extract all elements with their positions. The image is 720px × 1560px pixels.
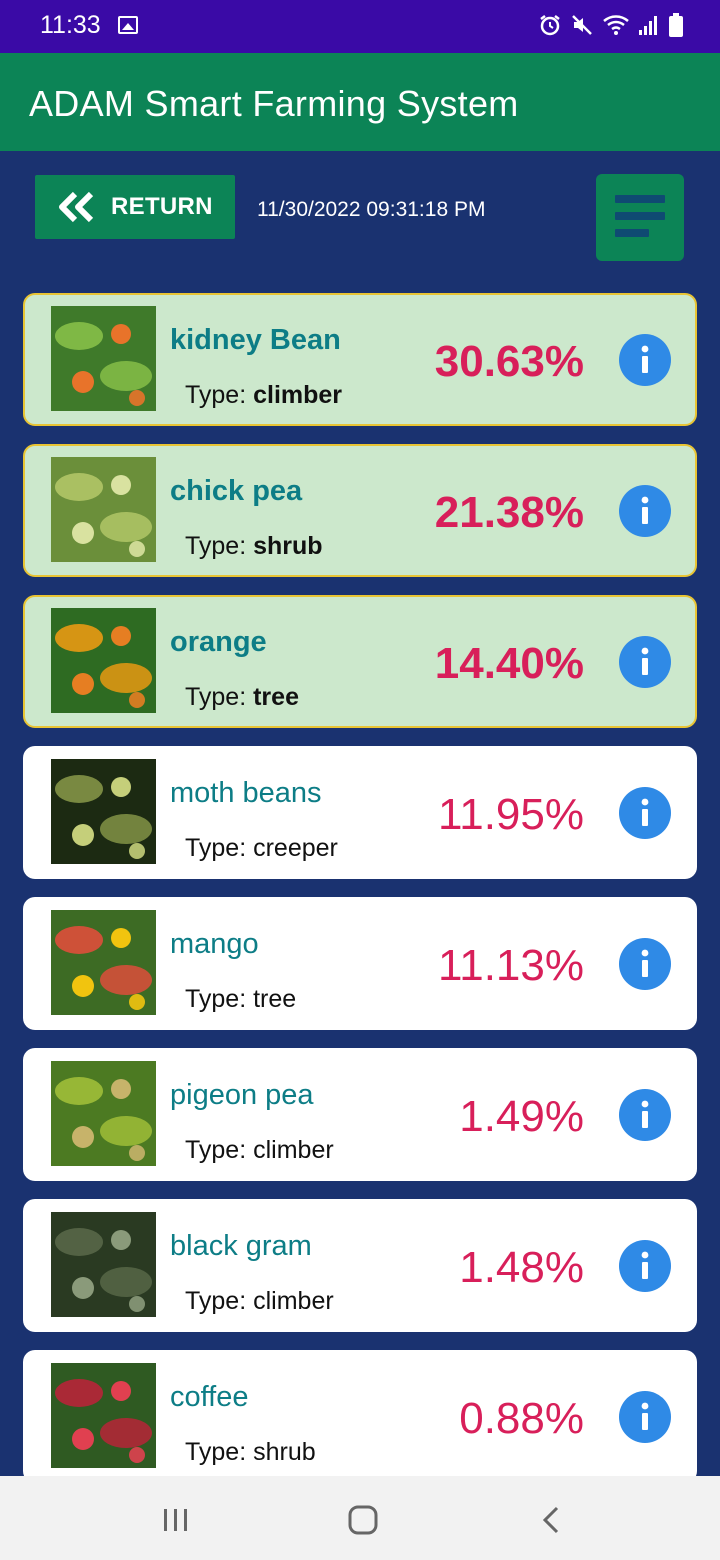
crop-type: Type: shrub bbox=[185, 532, 323, 561]
crop-name: orange bbox=[170, 626, 267, 658]
info-button[interactable] bbox=[619, 334, 671, 386]
crop-type: Type: climber bbox=[185, 1287, 334, 1316]
crop-type: Type: climber bbox=[185, 1136, 334, 1165]
crop-name: pigeon pea bbox=[170, 1079, 314, 1111]
gallery-icon bbox=[118, 16, 138, 34]
crop-card[interactable]: coffee Type: shrub 0.88% bbox=[23, 1350, 697, 1483]
info-button[interactable] bbox=[619, 1089, 671, 1141]
info-button[interactable] bbox=[619, 938, 671, 990]
crop-percentage: 11.13% bbox=[438, 941, 584, 990]
crop-name: kidney Bean bbox=[170, 324, 341, 356]
crop-card[interactable]: black gram Type: climber 1.48% bbox=[23, 1199, 697, 1332]
crop-type-label: Type: bbox=[185, 1438, 247, 1466]
crop-type-value: shrub bbox=[253, 532, 323, 560]
crop-percentage: 14.40% bbox=[434, 639, 584, 688]
datetime-display: 11/30/2022 09:31:18 PM bbox=[257, 198, 486, 221]
menu-button[interactable] bbox=[596, 174, 684, 261]
crop-type: Type: tree bbox=[185, 985, 296, 1014]
crop-name: moth beans bbox=[170, 777, 322, 809]
home-icon bbox=[348, 1505, 378, 1535]
info-button[interactable] bbox=[619, 1240, 671, 1292]
crop-type: Type: creeper bbox=[185, 834, 338, 863]
recents-button[interactable] bbox=[130, 1476, 220, 1560]
info-button[interactable] bbox=[619, 636, 671, 688]
info-button[interactable] bbox=[619, 1391, 671, 1443]
crop-percentage: 11.95% bbox=[438, 790, 584, 839]
info-icon bbox=[641, 496, 649, 524]
info-icon bbox=[641, 949, 649, 977]
crop-percentage: 0.88% bbox=[459, 1394, 584, 1443]
alarm-icon bbox=[540, 15, 560, 36]
status-icons bbox=[538, 12, 684, 38]
crop-image bbox=[51, 1212, 156, 1317]
crop-image bbox=[51, 306, 156, 411]
crop-card[interactable]: orange Type: tree 14.40% bbox=[23, 595, 697, 728]
crop-percentage: 1.48% bbox=[459, 1243, 584, 1292]
signal-icon bbox=[639, 16, 657, 35]
info-icon bbox=[641, 1100, 649, 1128]
crop-image bbox=[51, 759, 156, 864]
crop-type-label: Type: bbox=[185, 985, 247, 1013]
crop-type-value: tree bbox=[253, 985, 297, 1013]
crop-name: chick pea bbox=[170, 475, 303, 507]
crop-type-value: climber bbox=[253, 381, 343, 409]
crop-type-value: creeper bbox=[253, 834, 338, 862]
crop-image bbox=[51, 608, 156, 713]
crop-type-label: Type: bbox=[185, 1287, 247, 1315]
crop-name: black gram bbox=[170, 1230, 312, 1262]
app-title: ADAM Smart Farming System bbox=[29, 83, 519, 124]
crop-type-label: Type: bbox=[185, 381, 247, 409]
info-icon bbox=[641, 647, 649, 675]
crop-type-value: climber bbox=[253, 1136, 334, 1164]
navigation-bar bbox=[0, 1476, 720, 1560]
crop-card[interactable]: chick pea Type: shrub 21.38% bbox=[23, 444, 697, 577]
crop-type: Type: climber bbox=[185, 381, 342, 410]
crop-image bbox=[51, 910, 156, 1015]
crop-image bbox=[51, 1061, 156, 1166]
back-icon bbox=[542, 1506, 559, 1534]
battery-icon bbox=[669, 13, 683, 37]
status-time: 11:33 bbox=[40, 11, 101, 39]
crop-type: Type: tree bbox=[185, 683, 299, 712]
info-icon bbox=[641, 345, 649, 373]
info-icon bbox=[641, 1402, 649, 1430]
recents-icon bbox=[164, 1509, 187, 1531]
info-button[interactable] bbox=[619, 787, 671, 839]
crop-type-label: Type: bbox=[185, 683, 247, 711]
crop-card[interactable]: kidney Bean Type: climber 30.63% bbox=[23, 293, 697, 426]
crop-percentage: 21.38% bbox=[434, 488, 584, 537]
crop-type-value: climber bbox=[253, 1287, 334, 1315]
info-button[interactable] bbox=[619, 485, 671, 537]
return-button[interactable]: RETURN bbox=[35, 175, 235, 239]
wifi-icon bbox=[603, 15, 629, 35]
return-label: RETURN bbox=[111, 193, 213, 220]
crop-percentage: 1.49% bbox=[459, 1092, 584, 1141]
home-button[interactable] bbox=[318, 1476, 408, 1560]
crop-name: coffee bbox=[170, 1381, 249, 1413]
crop-type-label: Type: bbox=[185, 1136, 247, 1164]
status-bar: 11:33 bbox=[0, 0, 720, 53]
crop-card[interactable]: mango Type: tree 11.13% bbox=[23, 897, 697, 1030]
crop-type-label: Type: bbox=[185, 532, 247, 560]
app-bar: ADAM Smart Farming System bbox=[0, 53, 720, 151]
mute-icon bbox=[572, 15, 592, 35]
crop-card[interactable]: pigeon pea Type: climber 1.49% bbox=[23, 1048, 697, 1181]
crop-type: Type: shrub bbox=[185, 1438, 316, 1467]
info-icon bbox=[641, 798, 649, 826]
crop-name: mango bbox=[170, 928, 259, 960]
info-icon bbox=[641, 1251, 649, 1279]
crop-type-value: tree bbox=[253, 683, 299, 711]
crop-image bbox=[51, 457, 156, 562]
crop-card[interactable]: moth beans Type: creeper 11.95% bbox=[23, 746, 697, 879]
crop-type-label: Type: bbox=[185, 834, 247, 862]
back-button[interactable] bbox=[504, 1476, 594, 1560]
double-chevron-left-icon bbox=[59, 191, 94, 223]
crop-type-value: shrub bbox=[253, 1438, 316, 1466]
crop-percentage: 30.63% bbox=[434, 337, 584, 386]
crop-image bbox=[51, 1363, 156, 1468]
